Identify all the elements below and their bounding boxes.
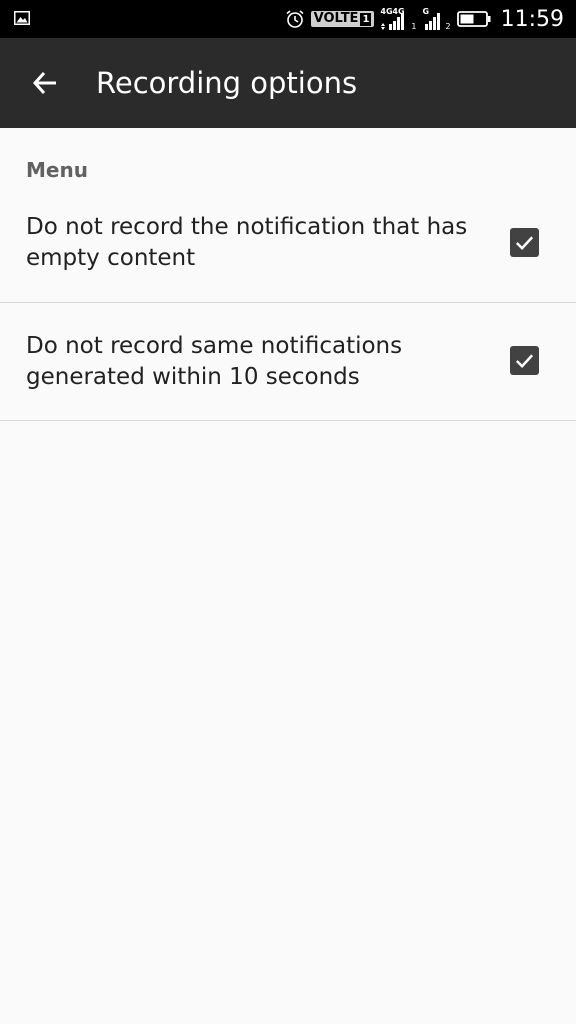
alarm-icon (286, 10, 304, 28)
screen: VOLTE 1 4G 4G 1 G 2 11:59 Recording opti… (0, 0, 576, 1024)
volte-badge: VOLTE 1 (310, 11, 375, 27)
arrow-back-icon (32, 71, 56, 95)
pref-same-notifications-checkbox[interactable] (510, 346, 539, 375)
sim2-signal: G 2 (423, 7, 451, 31)
pref-same-notifications-label: Do not record same notifications generat… (26, 333, 403, 390)
back-button[interactable] (22, 60, 68, 106)
status-bar: VOLTE 1 4G 4G 1 G 2 11:59 (0, 0, 576, 38)
pref-empty-content[interactable]: Do not record the notification that has … (0, 186, 576, 303)
sim1-network-label-b: 4G (392, 7, 405, 16)
sim1-network-label: 4G (380, 7, 393, 16)
battery-icon (456, 11, 491, 27)
sim2-index: 2 (445, 22, 451, 31)
check-icon (515, 354, 534, 369)
section-header-menu: Menu (26, 158, 88, 182)
image-icon (14, 11, 30, 25)
status-time: 11:59 (500, 6, 564, 32)
sim1-index: 1 (411, 22, 417, 31)
volte-label: VOLTE (313, 11, 359, 26)
pref-empty-content-checkbox[interactable] (510, 228, 539, 257)
check-icon (515, 236, 534, 251)
volte-sim: 1 (360, 12, 372, 26)
pref-same-notifications[interactable]: Do not record same notifications generat… (0, 303, 576, 421)
sim2-network-label: G (422, 7, 430, 16)
app-bar: Recording options (0, 38, 576, 128)
sim1-signal: 4G 4G 1 (380, 7, 416, 31)
page-title: Recording options (96, 66, 358, 100)
pref-empty-content-label: Do not record the notification that has … (26, 214, 468, 271)
status-icons: VOLTE 1 4G 4G 1 G 2 11:59 (285, 0, 564, 38)
